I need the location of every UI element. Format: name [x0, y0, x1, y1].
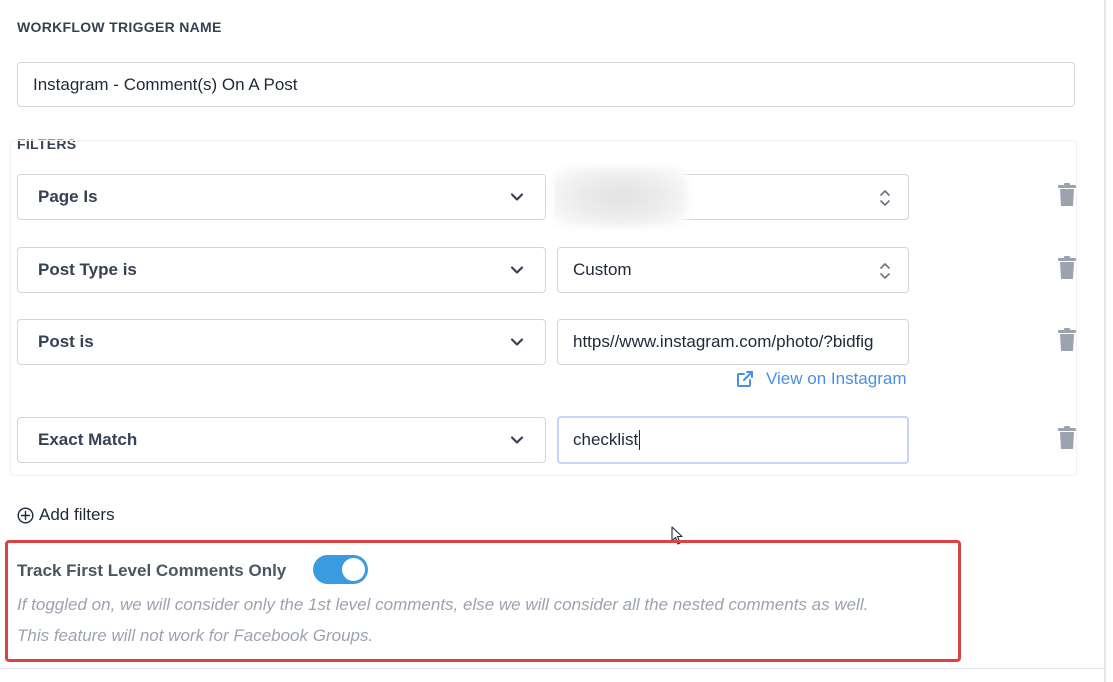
view-on-instagram-link[interactable]: View on Instagram [736, 369, 906, 389]
chevron-down-icon [510, 193, 524, 201]
trash-icon[interactable] [1057, 426, 1077, 450]
filter-field-label: Page Is [38, 187, 98, 206]
filter-value-select-page[interactable] [554, 167, 909, 227]
add-filters-button[interactable]: Add filters [17, 505, 115, 525]
add-filters-label: Add filters [39, 505, 115, 524]
filter-value-post-url[interactable]: https//www.instagram.com/photo/?bidfig [557, 319, 909, 365]
trash-icon[interactable] [1057, 256, 1077, 280]
view-link-label: View on Instagram [766, 369, 907, 388]
up-down-arrows-icon [880, 263, 890, 279]
trash-icon[interactable] [1057, 183, 1077, 207]
filter-value-select-post-type[interactable]: Custom [557, 247, 909, 293]
track-first-level-toggle[interactable] [313, 555, 368, 584]
toggle-knob [342, 558, 365, 581]
filter-field-select-post[interactable]: Post is [17, 319, 546, 365]
trash-icon[interactable] [1057, 328, 1077, 352]
text-caret [639, 430, 641, 450]
filter-field-label: Post is [38, 332, 94, 351]
chevron-down-icon [510, 266, 524, 274]
post-url-text: https//www.instagram.com/photo/?bidfig [573, 332, 874, 351]
toggle-help-text-1: If toggled on, we will consider only the… [17, 595, 869, 614]
panel-bottom-border [0, 668, 1104, 669]
workflow-trigger-panel: WORKFLOW TRIGGER NAME FILTERS Page Is Po… [0, 0, 1113, 682]
filter-field-select-page[interactable]: Page Is [17, 174, 546, 220]
filter-field-select-match[interactable]: Exact Match [17, 417, 546, 463]
filter-field-label: Post Type is [38, 260, 137, 279]
chevron-down-icon [510, 338, 524, 346]
trigger-name-label: WORKFLOW TRIGGER NAME [17, 19, 222, 35]
filter-field-select-post-type[interactable]: Post Type is [17, 247, 546, 293]
track-first-level-label: Track First Level Comments Only [17, 561, 287, 580]
filter-value-keyword-input[interactable]: checklist [557, 416, 909, 464]
filter-field-label: Exact Match [38, 430, 138, 449]
external-link-icon [737, 371, 753, 387]
panel-right-border [1104, 0, 1106, 682]
trigger-name-input[interactable] [17, 62, 1075, 107]
keyword-text: checklist [573, 430, 639, 449]
up-down-arrows-icon [880, 190, 890, 206]
chevron-down-icon [510, 436, 524, 444]
plus-circle-icon [17, 506, 34, 524]
redacted-page-name [554, 167, 687, 227]
filter-value-label: Custom [573, 260, 632, 279]
toggle-help-text-2: This feature will not work for Facebook … [17, 626, 374, 645]
